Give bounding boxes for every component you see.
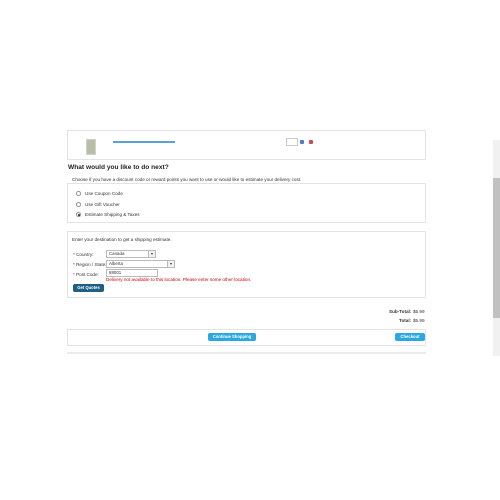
voucher-radio[interactable] <box>76 202 81 207</box>
region-label: * Region / State: <box>73 262 107 267</box>
remove-icon[interactable] <box>309 140 313 144</box>
cart-item-row <box>67 130 426 160</box>
chevron-down-icon: ▾ <box>167 261 174 267</box>
product-image-icon[interactable] <box>86 139 96 155</box>
continue-shopping-button[interactable]: Continue Shopping <box>208 333 256 341</box>
subtotal-value: $5.99 <box>413 309 425 314</box>
get-quotes-button[interactable]: Get Quotes <box>73 284 104 292</box>
shipping-intro: Enter your destination to get a shipping… <box>72 237 172 242</box>
quantity-input[interactable] <box>286 138 298 146</box>
scrollbar-thumb[interactable] <box>493 178 500 318</box>
region-select[interactable]: Alberta ▾ <box>106 260 175 268</box>
coupon-radio[interactable] <box>76 191 81 196</box>
next-steps-title: What would you like to do next? <box>68 164 169 171</box>
postcode-label: * Post Code: <box>73 272 99 277</box>
country-select[interactable]: Canada ▾ <box>106 250 156 258</box>
shipping-radio[interactable] <box>76 212 81 217</box>
subtotal-label: Sub-Total: <box>389 309 412 314</box>
footer-divider <box>67 352 426 354</box>
total-label: Total: <box>399 318 412 323</box>
update-icon[interactable] <box>300 140 304 144</box>
coupon-label[interactable]: Use Coupon Code <box>85 191 123 196</box>
country-label: * Country: <box>73 252 94 257</box>
postcode-input[interactable]: 88001 <box>106 269 158 277</box>
checkout-button[interactable]: Checkout <box>395 333 425 341</box>
total-value: $5.99 <box>413 318 425 323</box>
chevron-down-icon: ▾ <box>148 251 155 257</box>
product-name-link[interactable] <box>113 141 175 143</box>
shipping-label[interactable]: Estimate Shipping & Taxes <box>85 212 140 217</box>
next-steps-options <box>67 183 426 223</box>
postcode-error: Delivery not available to this location.… <box>106 277 252 282</box>
next-steps-description: Choose if you have a discount code or re… <box>72 177 302 182</box>
voucher-label[interactable]: Use Gift Voucher <box>85 202 120 207</box>
